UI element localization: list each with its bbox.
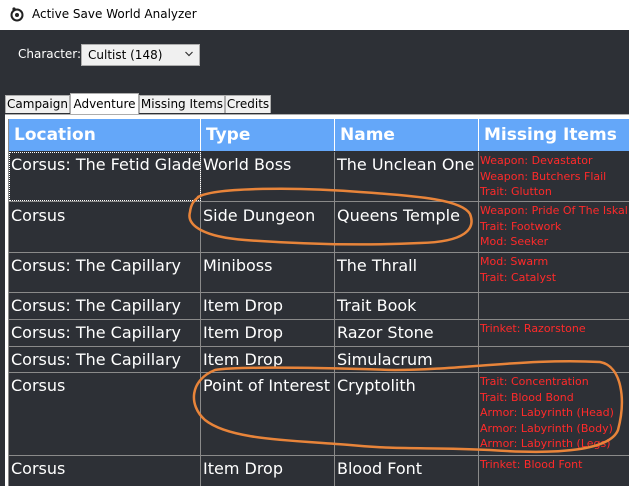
title-bar: Active Save World Analyzer bbox=[0, 0, 629, 30]
missing-item: Trait: Footwork bbox=[480, 219, 562, 233]
cell-name[interactable]: The Thrall bbox=[335, 253, 479, 292]
character-dropdown[interactable]: Cultist (148) bbox=[81, 44, 200, 66]
cell-name[interactable]: Razor Stone bbox=[335, 320, 479, 346]
cell-missing-items[interactable]: Weapon: Devastator Weapon: Butchers Flai… bbox=[479, 152, 629, 201]
table-row[interactable]: Corsus: The Fetid Glade World Boss The U… bbox=[9, 152, 629, 202]
table-row[interactable]: Corsus Side Dungeon Queens Temple Weapon… bbox=[9, 202, 629, 253]
missing-item: Armor: Labyrinth (Legs) bbox=[480, 437, 611, 450]
cell-missing-items[interactable]: Mod: Swarm Trait: Catalyst bbox=[479, 253, 629, 292]
cell-missing-items[interactable] bbox=[479, 347, 629, 372]
cell-name[interactable]: Trait Book bbox=[335, 293, 479, 319]
cell-name[interactable]: Simulacrum bbox=[335, 347, 479, 372]
table-row[interactable]: Corsus: The Capillary Item Drop Trait Bo… bbox=[9, 293, 629, 320]
cell-location[interactable]: Corsus bbox=[9, 456, 201, 486]
table-row[interactable]: Corsus: The Capillary Item Drop Simulacr… bbox=[9, 347, 629, 373]
missing-item: Weapon: Butchers Flail bbox=[480, 169, 607, 183]
adventure-grid[interactable]: Location Type Name Missing Items Corsus:… bbox=[8, 119, 629, 486]
cell-missing-items[interactable] bbox=[479, 293, 629, 319]
chevron-down-icon bbox=[185, 51, 193, 57]
window-title: Active Save World Analyzer bbox=[32, 7, 197, 21]
cell-type[interactable]: Miniboss bbox=[201, 253, 335, 292]
cell-type[interactable]: Side Dungeon bbox=[201, 202, 335, 252]
column-header-name[interactable]: Name bbox=[335, 119, 479, 151]
missing-item: Mod: Seeker bbox=[480, 235, 549, 248]
table-row[interactable]: Corsus: The Capillary Item Drop Razor St… bbox=[9, 320, 629, 347]
cell-type[interactable]: Item Drop bbox=[201, 456, 335, 486]
missing-item: Weapon: Devastator bbox=[480, 154, 593, 167]
missing-item: Trait: Concentration bbox=[480, 375, 589, 388]
cell-type[interactable]: World Boss bbox=[201, 152, 335, 201]
cell-type[interactable]: Item Drop bbox=[201, 293, 335, 319]
cell-location[interactable]: Corsus: The Capillary bbox=[9, 320, 201, 346]
cell-missing-items[interactable]: Trinket: Blood Font bbox=[479, 456, 629, 486]
missing-item: Armor: Labyrinth (Head) bbox=[480, 406, 614, 419]
column-header-missing-items[interactable]: Missing Items bbox=[479, 119, 629, 151]
tab-adventure[interactable]: Adventure bbox=[70, 93, 139, 115]
tab-panel: Location Type Name Missing Items Corsus:… bbox=[5, 114, 629, 486]
table-row[interactable]: Corsus: The Capillary Miniboss The Thral… bbox=[9, 253, 629, 293]
missing-item: Trinket: Blood Font bbox=[480, 458, 583, 471]
cell-missing-items[interactable]: Trait: Concentration Trait: Blood Bond A… bbox=[479, 373, 629, 455]
column-header-location[interactable]: Location bbox=[9, 119, 201, 151]
missing-item: Trait: Glutton bbox=[480, 185, 552, 198]
cell-type[interactable]: Item Drop bbox=[201, 347, 335, 372]
missing-item: Trait: Catalyst bbox=[480, 270, 557, 284]
table-row[interactable]: Corsus Item Drop Blood Font Trinket: Blo… bbox=[9, 456, 629, 486]
tab-campaign[interactable]: Campaign bbox=[5, 95, 70, 113]
cell-location[interactable]: Corsus: The Capillary bbox=[9, 347, 201, 372]
cell-location[interactable]: Corsus bbox=[9, 373, 201, 455]
cell-name[interactable]: Cryptolith bbox=[335, 373, 479, 455]
cell-location[interactable]: Corsus: The Capillary bbox=[9, 293, 201, 319]
column-header-type[interactable]: Type bbox=[201, 119, 335, 151]
tab-credits[interactable]: Credits bbox=[225, 95, 271, 113]
missing-item: Trait: Blood Bond bbox=[480, 390, 574, 404]
missing-item: Armor: Labyrinth (Body) bbox=[480, 421, 613, 435]
character-selected-value: Cultist (148) bbox=[88, 48, 163, 62]
cell-missing-items[interactable]: Weapon: Pride Of The Iskal Trait: Footwo… bbox=[479, 202, 629, 252]
cell-name[interactable]: Blood Font bbox=[335, 456, 479, 486]
missing-item: Trinket: Razorstone bbox=[480, 322, 586, 335]
missing-item: Weapon: Pride Of The Iskal bbox=[480, 204, 628, 217]
character-label: Character: bbox=[18, 47, 82, 61]
missing-item: Mod: Swarm bbox=[480, 255, 549, 268]
tab-missing-items[interactable]: Missing Items bbox=[139, 95, 225, 113]
cell-name[interactable]: Queens Temple bbox=[335, 202, 479, 252]
table-row[interactable]: Corsus Point of Interest Cryptolith Trai… bbox=[9, 373, 629, 456]
cell-missing-items[interactable]: Trinket: Razorstone bbox=[479, 320, 629, 346]
cell-location[interactable]: Corsus bbox=[9, 202, 201, 252]
cell-type[interactable]: Point of Interest bbox=[201, 373, 335, 455]
cell-name[interactable]: The Unclean One bbox=[335, 152, 479, 201]
cell-type[interactable]: Item Drop bbox=[201, 320, 335, 346]
app-logo-icon bbox=[10, 7, 24, 22]
cell-location[interactable]: Corsus: The Fetid Glade bbox=[9, 152, 201, 201]
cell-location[interactable]: Corsus: The Capillary bbox=[9, 253, 201, 292]
